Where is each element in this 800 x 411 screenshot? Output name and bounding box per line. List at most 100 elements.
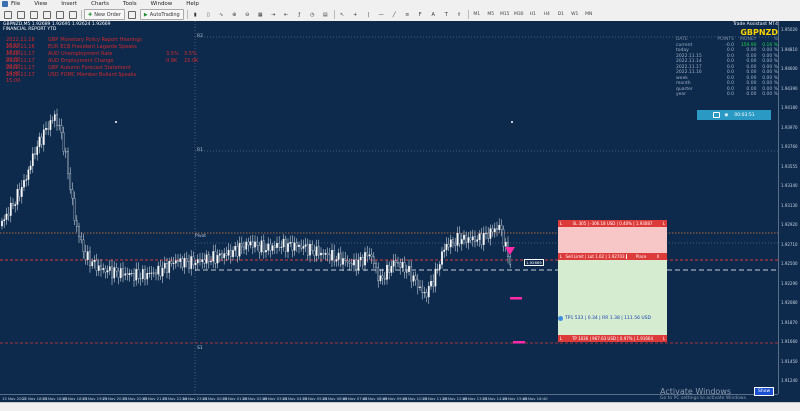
text-icon[interactable]: A — [428, 9, 439, 20]
periods-icon[interactable]: ◷ — [307, 9, 318, 20]
timeframe-h1[interactable]: H1 — [527, 9, 539, 20]
news-time: 2022.11.16 17:00 — [6, 44, 35, 56]
candle-body — [401, 262, 404, 268]
news-title-group: AUD Unemployment Rate — [48, 51, 166, 58]
candle-body — [166, 263, 168, 273]
terminal-icon[interactable] — [54, 9, 65, 20]
news-forecast — [184, 44, 202, 51]
candle-body — [84, 251, 87, 260]
timeframe-w1[interactable]: W1 — [569, 9, 581, 20]
candle-body — [49, 120, 52, 130]
profiles-icon[interactable] — [15, 9, 26, 20]
zoom-out-icon[interactable]: ⊖ — [242, 9, 253, 20]
tile-windows-icon[interactable]: ▦ — [255, 9, 266, 20]
candle-body — [421, 286, 424, 293]
bar-chart-icon[interactable]: ▮ — [190, 9, 201, 20]
line-chart-icon[interactable]: ∿ — [216, 9, 227, 20]
vertical-line-icon[interactable]: | — [363, 9, 374, 20]
news-actual: 0.9K — [166, 58, 178, 64]
candle-body — [249, 241, 252, 246]
strategy-tester-icon[interactable] — [67, 9, 78, 20]
new-chart-icon[interactable] — [2, 9, 13, 20]
menu-file[interactable]: File — [11, 1, 20, 7]
timeframe-m5[interactable]: M5 — [485, 9, 497, 20]
fibonacci-icon[interactable]: F — [415, 9, 426, 20]
price-tick: 1.93555 — [781, 163, 798, 169]
timeframe-m30[interactable]: M30 — [513, 9, 525, 20]
market-watch-icon[interactable] — [28, 9, 39, 20]
candle-body — [480, 233, 483, 245]
arrows-icon[interactable]: ⇑ — [454, 9, 465, 20]
candle-body — [67, 151, 69, 174]
news-forecast — [184, 65, 202, 72]
metaeditor-icon[interactable] — [127, 9, 138, 20]
candle-body — [502, 229, 505, 247]
price-axis[interactable]: 1.95020 1.94810 1.94600 1.94390 1.94180 1.939… — [778, 21, 800, 394]
templates-icon[interactable]: ▤ — [320, 9, 331, 20]
timeframe-d1[interactable]: D1 — [555, 9, 567, 20]
chart-shift-icon[interactable]: ⇤ — [281, 9, 292, 20]
menu-charts[interactable]: Charts — [91, 1, 109, 7]
sl-lock-right[interactable]: L — [661, 221, 667, 226]
candle-body — [348, 261, 351, 264]
sl-bar[interactable]: L SL 305 | -306.18 USD | 0.40% | 1.93087… — [558, 220, 667, 227]
autoscroll-icon[interactable]: ⇥ — [268, 9, 279, 20]
menu-tools[interactable]: Tools — [123, 1, 137, 7]
candle-body — [357, 259, 360, 270]
tp1-handle-icon[interactable] — [558, 316, 563, 321]
auto-trading-button[interactable]: ▶ AutoTrading — [139, 9, 184, 20]
candle-body — [23, 180, 25, 188]
chart-window[interactable]: GBPNZD,M5 1.92689 1.92695 1.92624 1.9266… — [0, 21, 800, 402]
timer-box[interactable]: ◉ 00:03:51 — [697, 110, 771, 120]
tp1-label[interactable]: TP1 533 | 0.34 | RR 1.38 | 111.56 USD — [558, 316, 651, 321]
candle-body — [150, 272, 153, 274]
candle-body — [447, 244, 450, 248]
eye-icon[interactable]: ◉ — [724, 113, 728, 118]
cursor-icon[interactable]: ↖ — [337, 9, 348, 20]
candle-body — [245, 241, 248, 250]
camera-icon[interactable] — [713, 112, 721, 118]
channel-icon[interactable]: ≡ — [402, 9, 413, 20]
candle-body — [309, 244, 311, 256]
candle-body — [113, 267, 116, 279]
time-tick: 16 Nov 16:40 — [522, 396, 548, 401]
candle-body — [58, 124, 61, 126]
timeframe-mn[interactable]: MN — [583, 9, 595, 20]
candle-body — [86, 251, 89, 260]
zoom-in-icon[interactable]: ⊕ — [229, 9, 240, 20]
menu-window[interactable]: Window — [151, 1, 173, 7]
candle-body — [133, 273, 135, 281]
activate-windows-watermark: Activate Windows Go to PC settings to ac… — [660, 387, 747, 401]
close-icon[interactable]: X — [655, 254, 661, 259]
timeframe-m1[interactable]: M1 — [471, 9, 483, 20]
timeframe-h4[interactable]: H4 — [541, 9, 553, 20]
candle-body — [493, 228, 496, 233]
crosshair-icon[interactable]: + — [350, 9, 361, 20]
menu-help[interactable]: Help — [186, 1, 199, 7]
tp-bar[interactable]: L TP 1036 | 967.63 USD | 0.97% | 1.91664… — [558, 335, 667, 342]
stats-date: year — [676, 92, 687, 98]
trade-panel[interactable]: L SL 305 | -306.18 USD | 0.40% | 1.93087… — [558, 220, 667, 342]
menu-view[interactable]: View — [34, 1, 47, 7]
trendline-icon[interactable]: ╱ — [389, 9, 400, 20]
show-button[interactable]: Show — [754, 387, 775, 396]
entry-bar[interactable]: L Sell Limit | Lot 1.02 | 1.92703 Place … — [558, 253, 667, 260]
candlestick-icon[interactable]: ▯ — [203, 9, 214, 20]
navigator-icon[interactable] — [41, 9, 52, 20]
candle-body — [313, 250, 316, 256]
candle-body — [302, 246, 305, 249]
timeframe-m15[interactable]: M15 — [499, 9, 511, 20]
new-order-button[interactable]: ✚ New Order — [84, 9, 125, 20]
toolbar-separator — [467, 10, 469, 19]
news-title: Unemployment Rate — [60, 51, 113, 57]
price-tick: 1.91660 — [781, 339, 798, 344]
menu-insert[interactable]: Insert — [61, 1, 77, 7]
candle-body — [205, 254, 208, 264]
horizontal-line-icon[interactable]: — — [376, 9, 387, 20]
label-icon[interactable]: T — [441, 9, 452, 20]
candle-body — [405, 271, 408, 273]
tp-lock-right[interactable]: L — [661, 336, 667, 341]
indicators-icon[interactable]: ƒ — [294, 9, 305, 20]
price-tick: 1.93130 — [781, 202, 798, 208]
place-button[interactable]: Place — [626, 254, 655, 259]
